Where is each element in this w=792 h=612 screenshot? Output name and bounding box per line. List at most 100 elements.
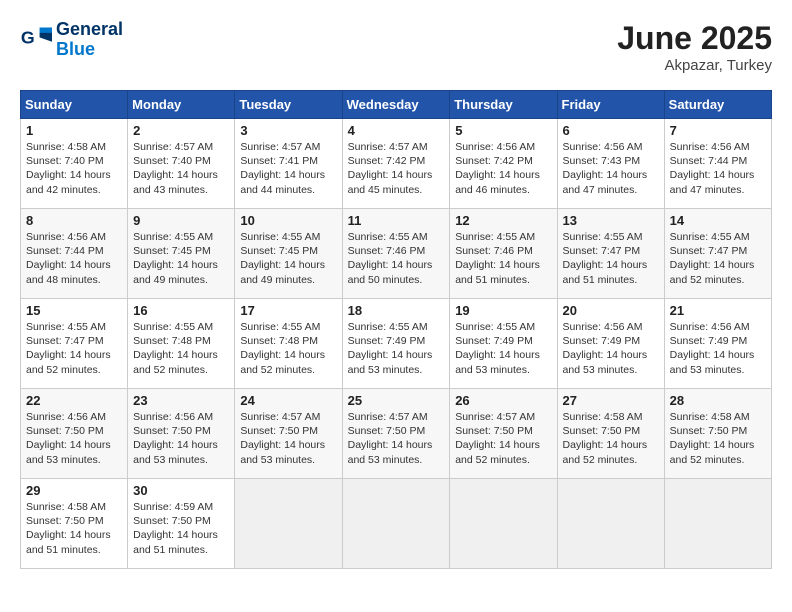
week-row: 22 Sunrise: 4:56 AM Sunset: 7:50 PM Dayl… [21, 389, 772, 479]
day-info: Sunrise: 4:55 AM Sunset: 7:47 PM Dayligh… [563, 230, 659, 287]
calendar-cell: 11 Sunrise: 4:55 AM Sunset: 7:46 PM Dayl… [342, 209, 450, 299]
weekday-header: Sunday [21, 91, 128, 119]
sunset-label: Sunset: [670, 425, 706, 437]
day-info: Sunrise: 4:56 AM Sunset: 7:49 PM Dayligh… [670, 320, 766, 377]
day-info: Sunrise: 4:59 AM Sunset: 7:50 PM Dayligh… [133, 500, 229, 557]
calendar-cell: 15 Sunrise: 4:55 AM Sunset: 7:47 PM Dayl… [21, 299, 128, 389]
daylight-label: Daylight: 14 hoursand 51 minutes. [563, 259, 648, 285]
day-info: Sunrise: 4:57 AM Sunset: 7:41 PM Dayligh… [240, 140, 336, 197]
sunrise-label: Sunrise: [26, 321, 65, 333]
sunrise-label: Sunrise: [240, 141, 279, 153]
sunrise-label: Sunrise: [26, 411, 65, 423]
day-number: 4 [348, 123, 445, 138]
sunset-label: Sunset: [670, 155, 706, 167]
day-info: Sunrise: 4:56 AM Sunset: 7:50 PM Dayligh… [133, 410, 229, 467]
day-number: 11 [348, 213, 445, 228]
sunrise-label: Sunrise: [133, 141, 172, 153]
day-number: 17 [240, 303, 336, 318]
sunrise-label: Sunrise: [670, 141, 709, 153]
day-info: Sunrise: 4:57 AM Sunset: 7:50 PM Dayligh… [455, 410, 551, 467]
daylight-label: Daylight: 14 hoursand 48 minutes. [26, 259, 111, 285]
day-info: Sunrise: 4:56 AM Sunset: 7:49 PM Dayligh… [563, 320, 659, 377]
week-row: 15 Sunrise: 4:55 AM Sunset: 7:47 PM Dayl… [21, 299, 772, 389]
calendar-cell: 18 Sunrise: 4:55 AM Sunset: 7:49 PM Dayl… [342, 299, 450, 389]
daylight-label: Daylight: 14 hoursand 52 minutes. [26, 349, 111, 375]
daylight-label: Daylight: 14 hoursand 50 minutes. [348, 259, 433, 285]
day-number: 3 [240, 123, 336, 138]
day-info: Sunrise: 4:55 AM Sunset: 7:49 PM Dayligh… [348, 320, 445, 377]
sunset-label: Sunset: [348, 155, 384, 167]
logo-text-line1: General [56, 20, 123, 40]
sunset-label: Sunset: [240, 245, 276, 257]
daylight-label: Daylight: 14 hoursand 53 minutes. [240, 439, 325, 465]
calendar-cell: 9 Sunrise: 4:55 AM Sunset: 7:45 PM Dayli… [128, 209, 235, 299]
sunset-label: Sunset: [240, 155, 276, 167]
calendar-cell: 20 Sunrise: 4:56 AM Sunset: 7:49 PM Dayl… [557, 299, 664, 389]
day-number: 12 [455, 213, 551, 228]
calendar-cell [342, 479, 450, 569]
weekday-header: Saturday [664, 91, 771, 119]
sunset-label: Sunset: [670, 335, 706, 347]
sunset-label: Sunset: [133, 425, 169, 437]
sunset-label: Sunset: [133, 515, 169, 527]
sunset-label: Sunset: [670, 245, 706, 257]
day-number: 20 [563, 303, 659, 318]
sunset-label: Sunset: [563, 425, 599, 437]
day-info: Sunrise: 4:55 AM Sunset: 7:47 PM Dayligh… [670, 230, 766, 287]
sunset-label: Sunset: [455, 245, 491, 257]
calendar-cell: 3 Sunrise: 4:57 AM Sunset: 7:41 PM Dayli… [235, 119, 342, 209]
sunset-label: Sunset: [133, 155, 169, 167]
sunset-label: Sunset: [240, 425, 276, 437]
day-info: Sunrise: 4:58 AM Sunset: 7:50 PM Dayligh… [26, 500, 122, 557]
day-number: 2 [133, 123, 229, 138]
sunset-label: Sunset: [26, 155, 62, 167]
sunrise-label: Sunrise: [240, 231, 279, 243]
calendar-cell: 7 Sunrise: 4:56 AM Sunset: 7:44 PM Dayli… [664, 119, 771, 209]
daylight-label: Daylight: 14 hoursand 42 minutes. [26, 169, 111, 195]
calendar-cell: 19 Sunrise: 4:55 AM Sunset: 7:49 PM Dayl… [450, 299, 557, 389]
calendar-title: June 2025 [617, 20, 772, 57]
day-number: 7 [670, 123, 766, 138]
calendar-cell: 10 Sunrise: 4:55 AM Sunset: 7:45 PM Dayl… [235, 209, 342, 299]
daylight-label: Daylight: 14 hoursand 52 minutes. [563, 439, 648, 465]
sunrise-label: Sunrise: [240, 411, 279, 423]
sunset-label: Sunset: [26, 515, 62, 527]
day-number: 21 [670, 303, 766, 318]
sunrise-label: Sunrise: [133, 231, 172, 243]
day-number: 13 [563, 213, 659, 228]
day-number: 25 [348, 393, 445, 408]
day-number: 5 [455, 123, 551, 138]
sunrise-label: Sunrise: [240, 321, 279, 333]
week-row: 8 Sunrise: 4:56 AM Sunset: 7:44 PM Dayli… [21, 209, 772, 299]
sunrise-label: Sunrise: [670, 411, 709, 423]
logo-icon: G [20, 24, 52, 56]
sunrise-label: Sunrise: [133, 321, 172, 333]
sunrise-label: Sunrise: [26, 501, 65, 513]
day-number: 18 [348, 303, 445, 318]
day-number: 15 [26, 303, 122, 318]
sunrise-label: Sunrise: [455, 231, 494, 243]
daylight-label: Daylight: 14 hoursand 44 minutes. [240, 169, 325, 195]
day-info: Sunrise: 4:58 AM Sunset: 7:40 PM Dayligh… [26, 140, 122, 197]
daylight-label: Daylight: 14 hoursand 52 minutes. [240, 349, 325, 375]
sunset-label: Sunset: [133, 335, 169, 347]
day-info: Sunrise: 4:55 AM Sunset: 7:45 PM Dayligh… [133, 230, 229, 287]
sunset-label: Sunset: [455, 335, 491, 347]
day-number: 28 [670, 393, 766, 408]
calendar-cell: 23 Sunrise: 4:56 AM Sunset: 7:50 PM Dayl… [128, 389, 235, 479]
daylight-label: Daylight: 14 hoursand 52 minutes. [455, 439, 540, 465]
daylight-label: Daylight: 14 hoursand 52 minutes. [133, 349, 218, 375]
sunrise-label: Sunrise: [563, 231, 602, 243]
calendar-cell: 30 Sunrise: 4:59 AM Sunset: 7:50 PM Dayl… [128, 479, 235, 569]
calendar-cell: 2 Sunrise: 4:57 AM Sunset: 7:40 PM Dayli… [128, 119, 235, 209]
day-info: Sunrise: 4:57 AM Sunset: 7:42 PM Dayligh… [348, 140, 445, 197]
sunset-label: Sunset: [26, 335, 62, 347]
daylight-label: Daylight: 14 hoursand 52 minutes. [670, 439, 755, 465]
day-info: Sunrise: 4:55 AM Sunset: 7:47 PM Dayligh… [26, 320, 122, 377]
day-number: 16 [133, 303, 229, 318]
sunrise-label: Sunrise: [133, 501, 172, 513]
day-info: Sunrise: 4:58 AM Sunset: 7:50 PM Dayligh… [563, 410, 659, 467]
day-info: Sunrise: 4:55 AM Sunset: 7:49 PM Dayligh… [455, 320, 551, 377]
sunrise-label: Sunrise: [348, 411, 387, 423]
weekday-header: Friday [557, 91, 664, 119]
